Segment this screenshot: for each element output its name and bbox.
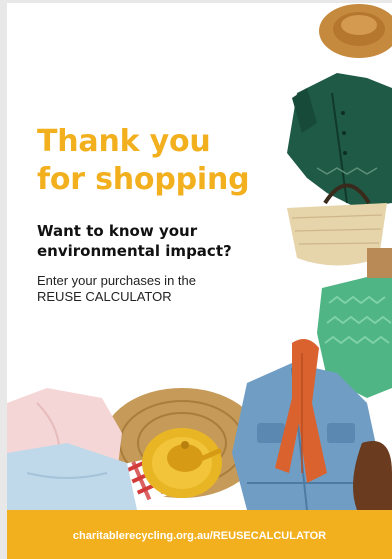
thank-you-poster: Thank you for shopping Want to know your…	[7, 3, 392, 559]
headline-line-1: Thank you	[37, 124, 211, 159]
yellow-teapot-icon	[142, 428, 222, 498]
instruction-line-1: Enter your purchases in the	[37, 273, 196, 288]
subhead-line-1: Want to know your	[37, 222, 198, 240]
footer-band: charitablerecycling.org.au/REUSECALCULAT…	[7, 510, 392, 559]
straw-hat-icon	[319, 4, 392, 58]
calculator-instruction: Enter your purchases in the REUSE CALCUL…	[37, 273, 277, 305]
subhead-line-2: environmental impact?	[37, 242, 232, 260]
brown-bag-icon	[367, 248, 392, 278]
calculator-url-link[interactable]: charitablerecycling.org.au/REUSECALCULAT…	[7, 530, 392, 542]
headline: Thank you for shopping	[37, 123, 277, 199]
impact-question: Want to know your environmental impact?	[37, 221, 287, 261]
headline-line-2: for shopping	[37, 162, 250, 197]
instruction-line-2: REUSE CALCULATOR	[37, 289, 172, 304]
